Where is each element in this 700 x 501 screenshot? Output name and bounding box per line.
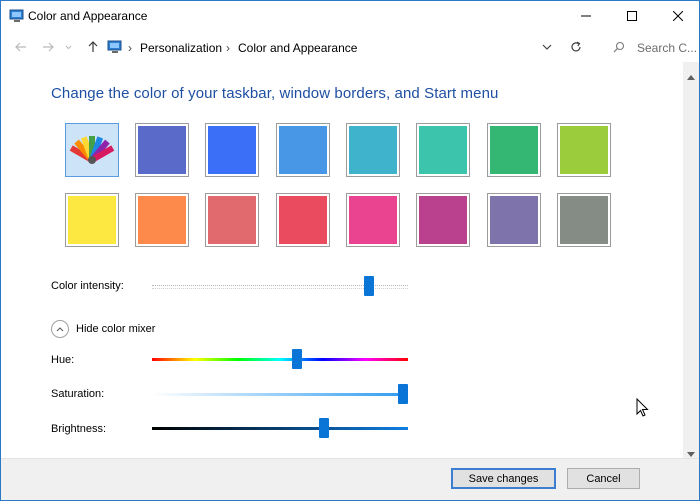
color-swatch-fill [490, 196, 538, 244]
color-swatch[interactable] [205, 193, 259, 247]
color-swatch-fill [349, 126, 397, 174]
forward-button[interactable] [40, 39, 56, 55]
arrow-right-icon [43, 42, 54, 52]
color-swatch[interactable] [487, 193, 541, 247]
color-swatch-fill [68, 196, 116, 244]
chevron-down-icon [65, 45, 71, 49]
color-swatch-fill [279, 126, 327, 174]
mouse-cursor-icon [636, 398, 649, 417]
search-icon [613, 41, 625, 53]
breadcrumb-separator-icon: › [128, 41, 132, 55]
maximize-button[interactable] [609, 1, 655, 31]
color-swatch[interactable] [135, 193, 189, 247]
cancel-button[interactable]: Cancel [567, 468, 640, 489]
control-panel-icon [9, 9, 24, 22]
saturation-slider[interactable] [152, 393, 408, 396]
color-swatch-fill [208, 126, 256, 174]
color-swatch[interactable] [416, 123, 470, 177]
color-swatch[interactable] [487, 123, 541, 177]
maximize-icon [627, 11, 637, 21]
page-heading: Change the color of your taskbar, window… [51, 85, 499, 102]
color-swatch[interactable] [205, 123, 259, 177]
footer: Save changes Cancel [1, 458, 699, 500]
color-swatch[interactable] [557, 193, 611, 247]
address-dropdown-button[interactable] [539, 39, 555, 55]
window: Color and Appearance › Personalization ›… [0, 0, 700, 501]
brightness-slider-thumb[interactable] [319, 418, 330, 438]
color-swatch-fill [208, 196, 256, 244]
color-swatch[interactable] [276, 193, 330, 247]
brightness-label: Brightness: [51, 423, 107, 435]
hide-color-mixer-label[interactable]: Hide color mixer [76, 323, 155, 335]
chevron-down-icon [687, 452, 695, 457]
color-swatch-fill [419, 126, 467, 174]
refresh-button[interactable] [568, 39, 584, 55]
arrow-left-icon [15, 42, 26, 52]
content-area: Change the color of your taskbar, window… [1, 62, 683, 458]
back-button[interactable] [13, 39, 29, 55]
close-button[interactable] [655, 1, 699, 31]
breadcrumb-separator-icon: › [226, 41, 230, 55]
color-swatch-fill [560, 126, 608, 174]
up-button[interactable] [85, 39, 101, 55]
title-bar[interactable]: Color and Appearance [1, 1, 699, 31]
color-swatch[interactable] [65, 193, 119, 247]
scroll-up-button[interactable] [687, 67, 695, 85]
color-swatch[interactable] [416, 193, 470, 247]
color-swatch-fill [490, 126, 538, 174]
control-panel-icon [107, 40, 122, 53]
saturation-label: Saturation: [51, 388, 105, 400]
refresh-icon [571, 41, 581, 52]
hue-slider-thumb[interactable] [292, 349, 303, 369]
color-swatch-fill [138, 126, 186, 174]
hue-label: Hue: [51, 354, 75, 366]
arrow-up-icon [88, 41, 98, 52]
chevron-up-icon [56, 326, 64, 331]
recent-locations-button[interactable] [63, 39, 73, 55]
window-title: Color and Appearance [28, 9, 148, 23]
save-changes-button[interactable]: Save changes [451, 468, 556, 489]
color-swatch-automatic[interactable] [65, 123, 119, 177]
chevron-up-icon [687, 75, 695, 80]
hide-color-mixer-toggle[interactable] [51, 320, 69, 338]
color-swatch[interactable] [346, 123, 400, 177]
close-icon [673, 11, 683, 21]
color-swatch[interactable] [135, 123, 189, 177]
search-button[interactable] [611, 39, 627, 55]
chevron-down-icon [542, 44, 552, 50]
color-swatch[interactable] [346, 193, 400, 247]
color-swatch[interactable] [276, 123, 330, 177]
color-swatch-fill [138, 196, 186, 244]
color-palette-icon [69, 136, 115, 164]
minimize-icon [581, 15, 591, 17]
vertical-scrollbar[interactable] [683, 62, 699, 458]
color-swatch[interactable] [557, 123, 611, 177]
saturation-slider-thumb[interactable] [398, 384, 408, 404]
breadcrumb-personalization[interactable]: Personalization [140, 41, 222, 55]
search-input[interactable]: Search C... [637, 41, 697, 55]
brightness-slider[interactable] [152, 427, 408, 430]
color-swatch-fill [279, 196, 327, 244]
color-intensity-slider-thumb[interactable] [363, 276, 374, 296]
color-swatch-fill [560, 196, 608, 244]
breadcrumb-color-and-appearance[interactable]: Color and Appearance [238, 41, 357, 55]
color-swatch-fill [419, 196, 467, 244]
minimize-button[interactable] [563, 1, 609, 31]
color-intensity-label: Color intensity: [51, 280, 124, 292]
color-swatch-fill [349, 196, 397, 244]
hue-slider[interactable] [152, 358, 408, 361]
